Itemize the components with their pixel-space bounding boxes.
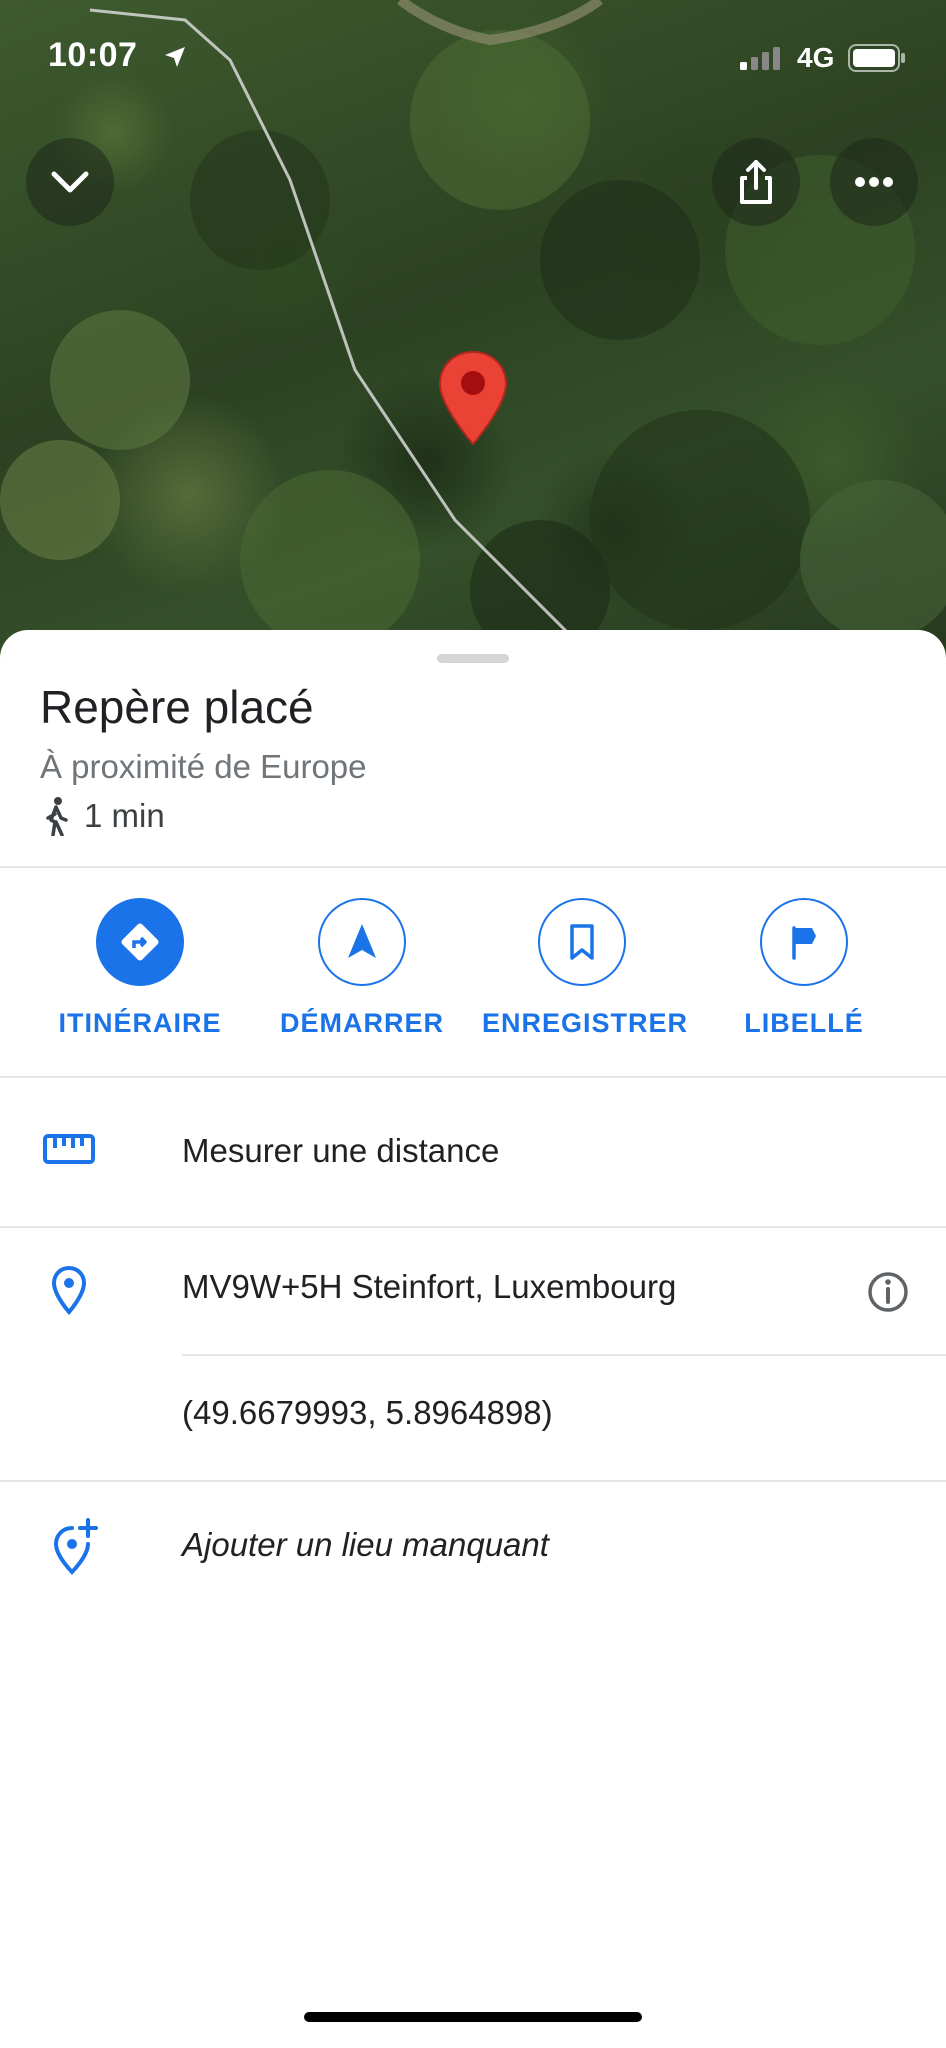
location-arrow-icon (165, 47, 185, 67)
network-label: 4G (797, 42, 835, 73)
measure-distance-label: Mesurer une distance (182, 1132, 500, 1169)
walk-time-label: 1 min (84, 797, 165, 834)
coordinates-row[interactable]: (49.6679993, 5.8964898) (0, 1356, 946, 1480)
status-bar: 10:07 4G (0, 0, 946, 110)
save-button[interactable]: ENREGISTRER (482, 898, 689, 1039)
directions-button[interactable]: ITINÉRAIRE (40, 898, 240, 1039)
save-label: ENREGISTRER (482, 1008, 689, 1038)
coordinates-label: (49.6679993, 5.8964898) (182, 1394, 553, 1431)
measure-distance-row[interactable]: Mesurer une distance (0, 1078, 946, 1226)
share-button[interactable] (712, 138, 800, 226)
add-missing-place-label: Ajouter un lieu manquant (182, 1526, 549, 1563)
collapse-button[interactable] (26, 138, 114, 226)
more-options-button[interactable] (830, 138, 918, 226)
start-button[interactable]: DÉMARRER (262, 898, 462, 1039)
walking-icon (46, 797, 68, 836)
navigation-arrow-icon (348, 924, 376, 958)
add-location-icon (53, 1518, 98, 1575)
divider (0, 866, 946, 868)
directions-icon (121, 923, 159, 961)
ruler-icon (43, 1134, 95, 1164)
label-button[interactable]: LIBELLÉ (704, 898, 904, 1039)
bookmark-icon (570, 924, 594, 960)
walking-time: 1 min (40, 794, 165, 838)
action-bar: ITINÉRAIRE DÉMARRER ENREGISTRER LIBELLÉ (0, 898, 946, 1038)
place-subtitle: À proximité de Europe (40, 748, 367, 785)
flag-icon (792, 926, 816, 960)
place-sheet: Repère placé À proximité de Europe 1 min… (0, 630, 946, 2048)
location-pin-icon (51, 1265, 87, 1316)
signal-icon (740, 47, 780, 70)
satellite-map[interactable]: 10:07 4G (0, 0, 946, 660)
directions-icon-circle[interactable] (96, 898, 184, 986)
share-icon (740, 160, 772, 204)
map-pin-icon[interactable] (437, 350, 509, 446)
add-missing-place-row[interactable]: Ajouter un lieu manquant (0, 1482, 946, 1620)
label-icon-circle[interactable] (760, 898, 848, 986)
directions-label: ITINÉRAIRE (58, 1008, 222, 1038)
place-title: Repère placé (40, 681, 314, 733)
chevron-down-icon (51, 171, 89, 193)
sheet-drag-handle[interactable] (437, 654, 509, 663)
plus-code-address: MV9W+5H Steinfort, Luxembourg (182, 1268, 677, 1305)
start-icon-circle[interactable] (318, 898, 406, 986)
home-indicator[interactable] (304, 2012, 642, 2022)
info-icon[interactable] (866, 1270, 910, 1314)
plus-code-row[interactable]: MV9W+5H Steinfort, Luxembourg (0, 1228, 946, 1354)
start-label: DÉMARRER (279, 1008, 444, 1038)
battery-icon (848, 44, 905, 72)
status-time: 10:07 (48, 36, 138, 74)
label-label: LIBELLÉ (744, 1008, 864, 1038)
more-horizontal-icon (855, 177, 893, 187)
save-icon-circle[interactable] (538, 898, 626, 986)
